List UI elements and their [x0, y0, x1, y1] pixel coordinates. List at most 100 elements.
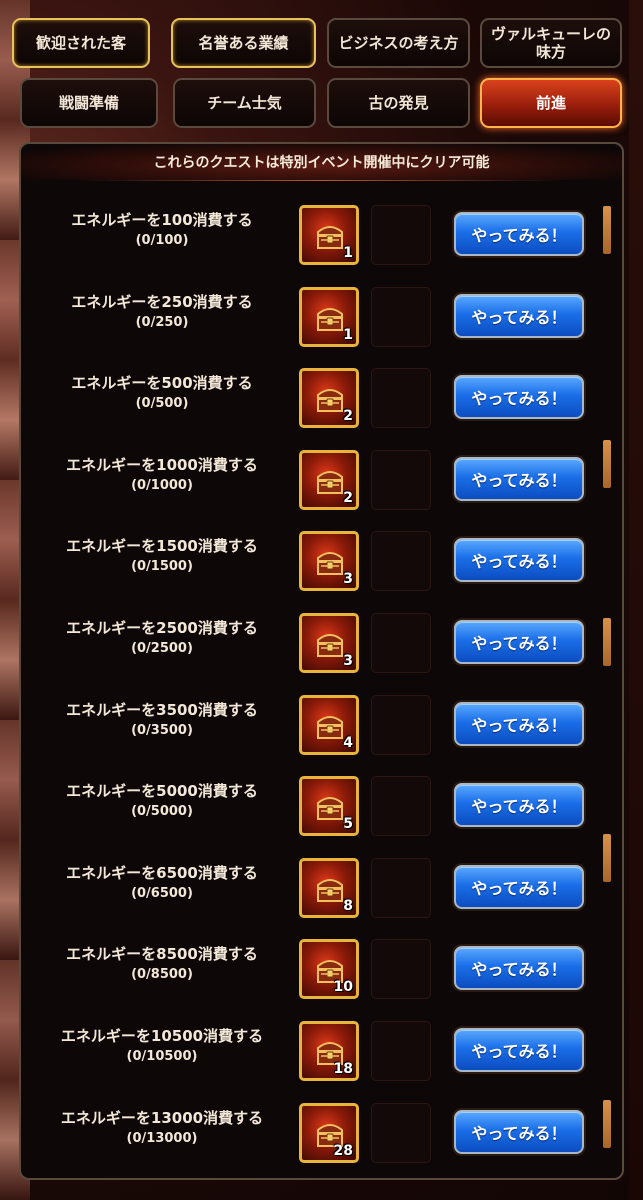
quest-row: エネルギーを13000消費する (0/13000) 28 やってみる！: [21, 1100, 601, 1180]
empty-reward-slot: [371, 613, 431, 673]
quest-row: エネルギーを8500消費する (0/8500) 10 やってみる！: [21, 936, 601, 1016]
tab-valkyrie-ally[interactable]: ヴァルキューレの味方: [480, 18, 622, 68]
quest-progress: (0/6500): [131, 885, 193, 901]
quest-text: エネルギーを250消費する (0/250): [27, 292, 297, 332]
quest-progress: (0/100): [135, 233, 189, 248]
quest-row: エネルギーを250消費する (0/250) 1 やってみる！: [21, 284, 601, 364]
quest-title: エネルギーを100消費する: [71, 211, 253, 229]
quest-progress: (0/1500): [131, 559, 193, 575]
reward-count: 1: [343, 326, 353, 343]
quest-panel: これらのクエストは特別イベント開催中にクリア可能 エネルギーを100消費する (…: [19, 142, 624, 1180]
reward-slot[interactable]: 4: [299, 694, 359, 755]
reward-slot[interactable]: 8: [299, 857, 359, 918]
reward-slot[interactable]: 18: [299, 1021, 359, 1081]
quest-text: エネルギーを100消費する (0/100): [27, 210, 297, 250]
quest-title: エネルギーを13000消費する: [60, 1108, 264, 1127]
reward-count: 2: [343, 489, 353, 506]
reward-count: 3: [343, 653, 353, 669]
tab-honorable-achievement[interactable]: 名誉ある業績: [171, 18, 316, 68]
quest-row: エネルギーを2500消費する (0/2500) 3 やってみる！: [21, 610, 601, 690]
reward-slot[interactable]: 3: [299, 613, 359, 673]
quest-title: エネルギーを1500消費する: [66, 537, 258, 556]
tab-advance[interactable]: 前進: [480, 78, 622, 128]
reward-count: 1: [343, 245, 353, 261]
try-button[interactable]: やってみる！: [454, 1028, 584, 1072]
quest-row: エネルギーを10500消費する (0/10500) 18 やってみる！: [21, 1018, 601, 1098]
quest-row: エネルギーを1000消費する (0/1000) 2 やってみる！: [21, 447, 601, 527]
tab-battle-prep[interactable]: 戦闘準備: [20, 78, 158, 128]
reward-count: 18: [333, 1061, 353, 1077]
quest-title: エネルギーを250消費する: [71, 292, 253, 311]
try-button[interactable]: やってみる！: [454, 538, 584, 583]
scrollbar-marker[interactable]: [603, 834, 611, 882]
reward-slot[interactable]: 1: [299, 286, 359, 347]
reward-slot[interactable]: 2: [299, 449, 359, 510]
tab-ancient-discovery[interactable]: 古の発見: [327, 78, 470, 128]
try-button[interactable]: やってみる！: [454, 864, 584, 909]
quest-row: エネルギーを1500消費する (0/1500) 3 やってみる！: [21, 528, 601, 608]
quest-progress: (0/250): [135, 314, 189, 330]
reward-slot[interactable]: 5: [299, 776, 359, 837]
reward-slot[interactable]: 3: [299, 531, 359, 592]
quest-text: エネルギーを1500消費する (0/1500): [27, 536, 297, 576]
quest-title: エネルギーを3500消費する: [66, 700, 258, 719]
empty-reward-slot: [371, 205, 431, 265]
scrollbar-marker[interactable]: [603, 1100, 611, 1148]
reward-count: 2: [343, 408, 353, 425]
quest-row: エネルギーを100消費する (0/100) 1 やってみる！: [21, 202, 601, 282]
quest-progress: (0/2500): [131, 641, 193, 656]
quest-row: エネルギーを500消費する (0/500) 2 やってみる！: [21, 365, 601, 445]
quest-text: エネルギーを2500消費する (0/2500): [27, 618, 297, 658]
try-button[interactable]: やってみる！: [454, 293, 584, 338]
reward-count: 3: [343, 571, 353, 588]
try-button[interactable]: やってみる！: [454, 783, 584, 828]
quest-progress: (0/13000): [126, 1130, 198, 1146]
quest-title: エネルギーを1000消費する: [66, 455, 258, 474]
quest-title: エネルギーを5000消費する: [66, 782, 258, 801]
quest-progress: (0/8500): [131, 967, 193, 983]
try-button[interactable]: やってみる！: [454, 212, 584, 256]
reward-slot[interactable]: 28: [299, 1102, 359, 1163]
reward-slot[interactable]: 1: [299, 205, 359, 265]
try-button[interactable]: やってみる！: [454, 701, 584, 746]
reward-slot[interactable]: 2: [299, 368, 359, 429]
quest-title: エネルギーを10500消費する: [60, 1027, 264, 1045]
try-button[interactable]: やってみる！: [454, 456, 584, 501]
quest-progress: (0/5000): [131, 804, 193, 820]
quest-title: エネルギーを500消費する: [71, 374, 253, 393]
quest-row: エネルギーを3500消費する (0/3500) 4 やってみる！: [21, 692, 601, 772]
empty-reward-slot: [371, 286, 431, 347]
try-button[interactable]: やってみる！: [454, 620, 584, 664]
empty-reward-slot: [371, 1102, 431, 1163]
background-edge: [629, 0, 643, 1200]
try-button[interactable]: やってみる！: [454, 946, 584, 991]
quest-progress: (0/500): [135, 396, 189, 412]
empty-reward-slot: [371, 1021, 431, 1081]
quest-row: エネルギーを5000消費する (0/5000) 5 やってみる！: [21, 773, 601, 853]
panel-header: これらのクエストは特別イベント開催中にクリア可能: [21, 144, 622, 180]
tab-team-morale[interactable]: チーム士気: [173, 78, 316, 128]
empty-reward-slot: [371, 531, 431, 592]
try-button[interactable]: やってみる！: [454, 375, 584, 420]
quest-progress: (0/3500): [131, 722, 193, 738]
reward-count: 8: [343, 897, 353, 914]
quest-text: エネルギーを6500消費する (0/6500): [27, 863, 297, 903]
scrollbar-marker[interactable]: [603, 440, 611, 488]
quest-progress: (0/1000): [131, 477, 193, 493]
reward-slot[interactable]: 10: [299, 939, 359, 1000]
quest-title: エネルギーを8500消費する: [66, 945, 258, 964]
quest-text: エネルギーを8500消費する (0/8500): [27, 944, 297, 984]
tab-business-mindset[interactable]: ビジネスの考え方: [327, 18, 470, 68]
quest-text: エネルギーを500消費する (0/500): [27, 373, 297, 413]
quest-text: エネルギーを1000消費する (0/1000): [27, 455, 297, 495]
scrollbar-marker[interactable]: [603, 206, 611, 254]
empty-reward-slot: [371, 939, 431, 1000]
quest-text: エネルギーを5000消費する (0/5000): [27, 781, 297, 821]
reward-count: 4: [343, 734, 353, 751]
scrollbar-marker[interactable]: [603, 618, 611, 666]
try-button[interactable]: やってみる！: [454, 1109, 584, 1154]
quest-title: エネルギーを2500消費する: [66, 619, 258, 637]
tab-welcomed-guest[interactable]: 歓迎された客: [12, 18, 150, 68]
quest-progress: (0/10500): [126, 1049, 198, 1064]
header-divider: [81, 180, 562, 181]
